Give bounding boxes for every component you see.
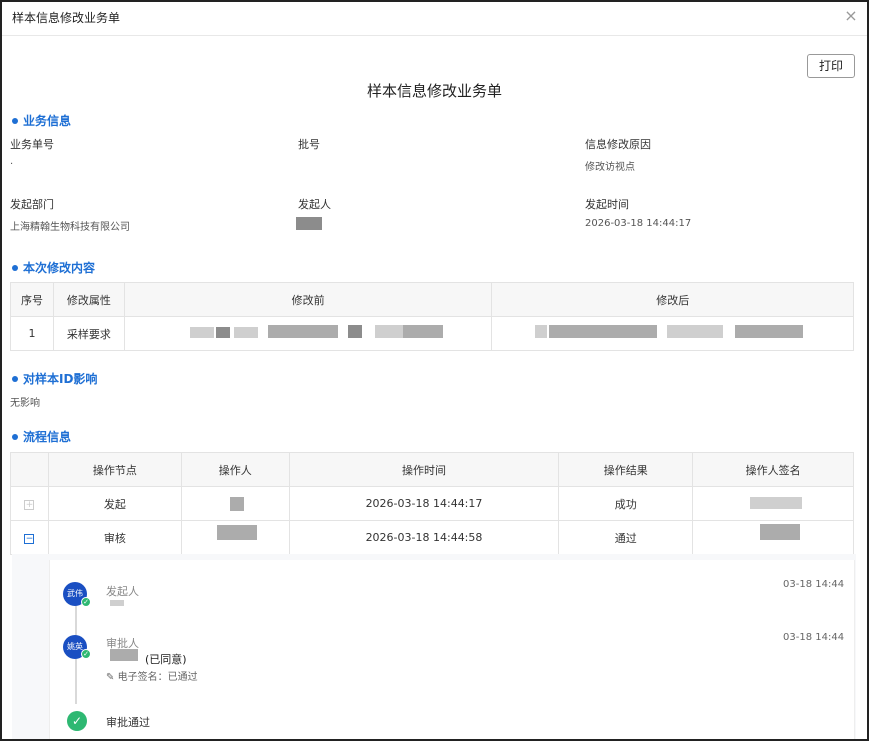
dept-label: 发起部门: [10, 198, 54, 211]
sign-row: ✎ 电子签名：已通过: [106, 668, 198, 683]
row-attribute: 采样要求: [52, 316, 125, 351]
collapse-icon[interactable]: −: [24, 534, 35, 544]
col-expand-header: [10, 452, 49, 487]
timeline-time: 03-18 14:44: [783, 632, 845, 643]
approval-status: (已同意): [145, 653, 187, 666]
time-label: 发起时间: [585, 198, 629, 211]
row-expand-cell[interactable]: −: [10, 520, 49, 555]
redacted-block: [760, 524, 800, 540]
check-icon: ✓: [67, 711, 87, 731]
table-row: + 发起 2026-03-18 14:44:17 成功: [10, 486, 854, 521]
table-row: − 审核 2026-03-18 14:44:58 通过: [10, 520, 854, 555]
business-order-dialog: 样本信息修改业务单 × 打印 样本信息修改业务单 业务信息 业务单号 . 批号 …: [0, 0, 869, 741]
timeline-role: 发起人: [106, 585, 139, 598]
redacted-block: [535, 325, 547, 338]
dialog-title: 样本信息修改业务单: [12, 11, 121, 25]
dept-value: 上海精翰生物科技有限公司: [10, 222, 130, 233]
redacted-block: [549, 325, 657, 338]
col-node-header: 操作节点: [47, 452, 182, 487]
redacted-block: [268, 325, 338, 338]
col-after-header: 修改后: [491, 282, 854, 317]
col-result-header: 操作结果: [558, 452, 694, 487]
form-title: 样本信息修改业务单: [366, 82, 502, 100]
row-time: 2026-03-18 14:44:17: [288, 486, 560, 521]
redacted-block: [750, 497, 802, 509]
redacted-block: [375, 325, 403, 338]
redacted-block: [190, 327, 214, 338]
redacted-block: [667, 325, 723, 338]
initiator-value-redacted: [296, 217, 322, 230]
row-expand-cell[interactable]: +: [10, 486, 49, 521]
col-before-header: 修改前: [123, 282, 493, 317]
dialog-header: 样本信息修改业务单 ×: [2, 2, 867, 36]
section-flow-title: 流程信息: [12, 428, 71, 445]
time-value: 2026-03-18 14:44:17: [585, 218, 692, 229]
flow-header-row: 操作节点 操作人 操作时间 操作结果 操作人签名: [10, 452, 854, 487]
bullet-dot: [12, 117, 18, 124]
col-index-header: 序号: [10, 282, 54, 317]
row-index: 1: [10, 316, 54, 351]
initiator-label: 发起人: [298, 198, 331, 211]
redacted-block: [403, 325, 443, 338]
flow-table: 操作节点 操作人 操作时间 操作结果 操作人签名 + 发起 2026-03-18…: [10, 452, 854, 555]
check-icon: ✓: [81, 649, 91, 659]
bullet-dot: [12, 375, 18, 382]
redacted-block: [348, 325, 362, 338]
batch-label: 批号: [298, 138, 320, 151]
reason-label: 信息修改原因: [585, 138, 651, 151]
redacted-block: [110, 600, 124, 606]
sign-label: 电子签名：已通过: [117, 672, 198, 683]
final-status: 审批通过: [106, 716, 150, 729]
row-node: 发起: [47, 486, 182, 521]
redacted-block: [110, 649, 138, 661]
order-no-label: 业务单号: [10, 138, 54, 151]
changes-table: 序号 修改属性 修改前 修改后 1 采样要求: [10, 282, 854, 351]
reason-value: 修改访视点: [585, 162, 635, 173]
redacted-block: [217, 525, 257, 540]
impact-value: 无影响: [10, 398, 40, 409]
bullet-dot: [12, 264, 18, 271]
col-time-header: 操作时间: [288, 452, 560, 487]
bullet-dot: [12, 433, 18, 440]
redacted-block: [234, 327, 258, 338]
redacted-block: [735, 325, 803, 338]
redacted-block: [230, 497, 244, 511]
pen-icon: ✎: [106, 672, 115, 683]
print-button[interactable]: 打印: [807, 54, 855, 78]
timeline-time: 03-18 14:44: [783, 579, 845, 590]
close-icon[interactable]: ×: [843, 8, 859, 24]
order-no-value: .: [10, 156, 14, 167]
col-signature-header: 操作人签名: [692, 452, 854, 487]
check-icon: ✓: [81, 597, 91, 607]
row-time: 2026-03-18 14:44:58: [288, 520, 560, 555]
section-impact-title: 对样本ID影响: [12, 370, 97, 387]
row-result: 通过: [558, 520, 694, 555]
section-changes-title: 本次修改内容: [12, 259, 95, 276]
redacted-block: [216, 327, 230, 338]
row-result: 成功: [558, 486, 694, 521]
row-node: 审核: [47, 520, 182, 555]
col-operator-header: 操作人: [180, 452, 290, 487]
expand-icon[interactable]: +: [24, 500, 35, 510]
section-business-title: 业务信息: [12, 112, 71, 129]
col-attribute-header: 修改属性: [52, 282, 125, 317]
changes-header-row: 序号 修改属性 修改前 修改后: [10, 282, 854, 317]
